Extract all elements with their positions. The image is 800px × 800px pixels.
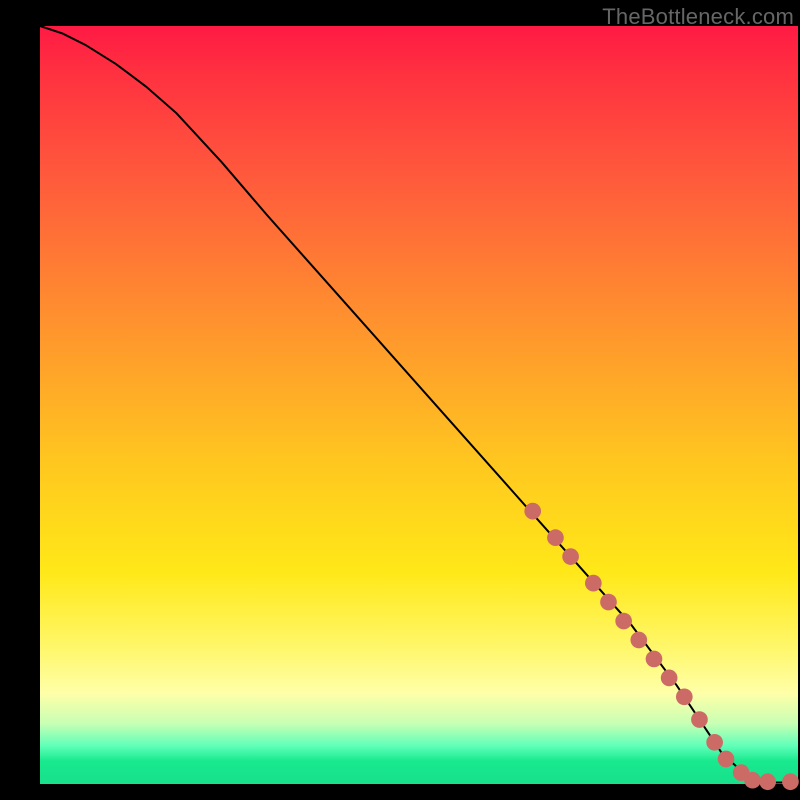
markers-group <box>524 503 798 790</box>
data-marker <box>585 575 602 592</box>
data-marker <box>524 503 541 520</box>
data-marker <box>676 688 693 705</box>
watermark-text: TheBottleneck.com <box>602 4 794 30</box>
data-marker <box>562 548 579 565</box>
data-marker <box>759 773 776 790</box>
data-marker <box>691 711 708 728</box>
chart-frame: TheBottleneck.com <box>0 0 800 800</box>
chart-svg <box>40 26 798 784</box>
data-marker <box>600 594 617 611</box>
data-marker <box>718 751 735 768</box>
data-marker <box>744 772 761 789</box>
data-marker <box>547 529 564 546</box>
plot-area <box>40 26 798 784</box>
curve-line <box>40 26 798 782</box>
data-marker <box>661 670 678 687</box>
data-marker <box>646 651 663 668</box>
data-marker <box>706 734 723 751</box>
data-marker <box>630 632 647 649</box>
data-marker <box>615 613 632 630</box>
data-marker <box>782 773 799 790</box>
